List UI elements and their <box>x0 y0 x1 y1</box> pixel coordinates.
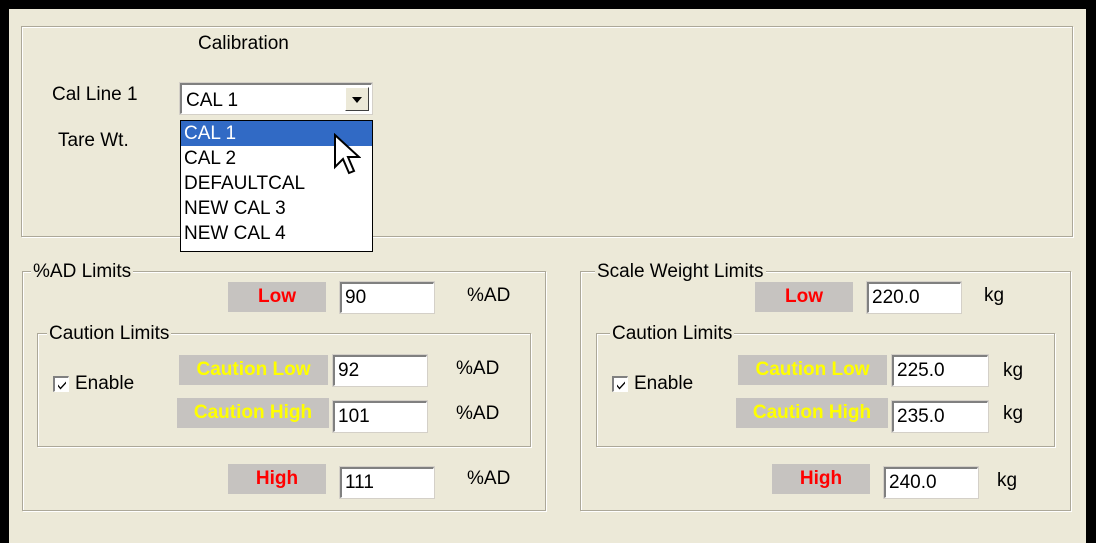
scale-weight-limits-title: Scale Weight Limits <box>595 261 766 282</box>
ad-caution-low-input[interactable]: 92 <box>332 354 428 387</box>
scale-caution-enable-checkbox[interactable] <box>612 376 628 392</box>
cal-line-selected-value: CAL 1 <box>186 90 239 111</box>
window-border-right <box>1086 0 1096 543</box>
scale-low-label: Low <box>755 282 853 312</box>
scale-high-unit: kg <box>997 470 1018 491</box>
scale-low-unit: kg <box>984 285 1005 306</box>
calibration-title: Calibration <box>198 33 289 54</box>
window-border-left <box>0 0 9 543</box>
scale-high-input[interactable]: 240.0 <box>883 466 979 499</box>
ad-caution-high-unit: %AD <box>456 403 500 424</box>
dropdown-option-new-cal-3[interactable]: NEW CAL 3 <box>181 196 372 221</box>
dropdown-arrow-button[interactable] <box>345 87 369 111</box>
scale-caution-low-label: Caution Low <box>738 355 887 385</box>
scale-caution-high-unit: kg <box>1003 403 1024 424</box>
ad-high-input[interactable]: 111 <box>339 466 435 499</box>
chevron-down-icon <box>352 97 362 103</box>
scale-high-label: High <box>772 464 870 494</box>
ad-caution-high-input[interactable]: 101 <box>332 400 428 433</box>
scale-low-input[interactable]: 220.0 <box>866 281 962 314</box>
window-border-top <box>0 0 1096 9</box>
ad-high-unit: %AD <box>467 468 511 489</box>
scale-caution-enable-label: Enable <box>634 373 694 394</box>
ad-caution-limits-title: Caution Limits <box>47 323 172 344</box>
tare-weight-label: Tare Wt. <box>58 130 129 151</box>
scale-caution-high-label: Caution High <box>736 398 888 428</box>
scale-caution-low-input[interactable]: 225.0 <box>891 354 989 387</box>
ad-low-unit: %AD <box>467 285 511 306</box>
calibration-group <box>21 26 1073 237</box>
cal-line-label: Cal Line 1 <box>52 84 138 105</box>
scale-caution-low-unit: kg <box>1003 360 1024 381</box>
ad-low-input[interactable]: 90 <box>339 281 435 314</box>
checkmark-icon <box>58 381 66 390</box>
dropdown-option-new-cal-4[interactable]: NEW CAL 4 <box>181 221 372 246</box>
ad-limits-title: %AD Limits <box>31 261 134 282</box>
checkmark-icon <box>617 381 625 390</box>
ad-caution-high-label: Caution High <box>177 398 329 428</box>
scale-caution-limits-title: Caution Limits <box>610 323 735 344</box>
ad-caution-low-label: Caution Low <box>179 355 328 385</box>
scale-caution-high-input[interactable]: 235.0 <box>891 400 989 433</box>
ad-low-label: Low <box>228 282 326 312</box>
cal-line-select[interactable]: CAL 1 <box>179 82 373 115</box>
mouse-pointer-icon <box>334 133 361 175</box>
ad-high-label: High <box>228 464 326 494</box>
ad-caution-low-unit: %AD <box>456 358 500 379</box>
ad-caution-enable-checkbox[interactable] <box>53 376 69 392</box>
ad-caution-enable-label: Enable <box>75 373 135 394</box>
